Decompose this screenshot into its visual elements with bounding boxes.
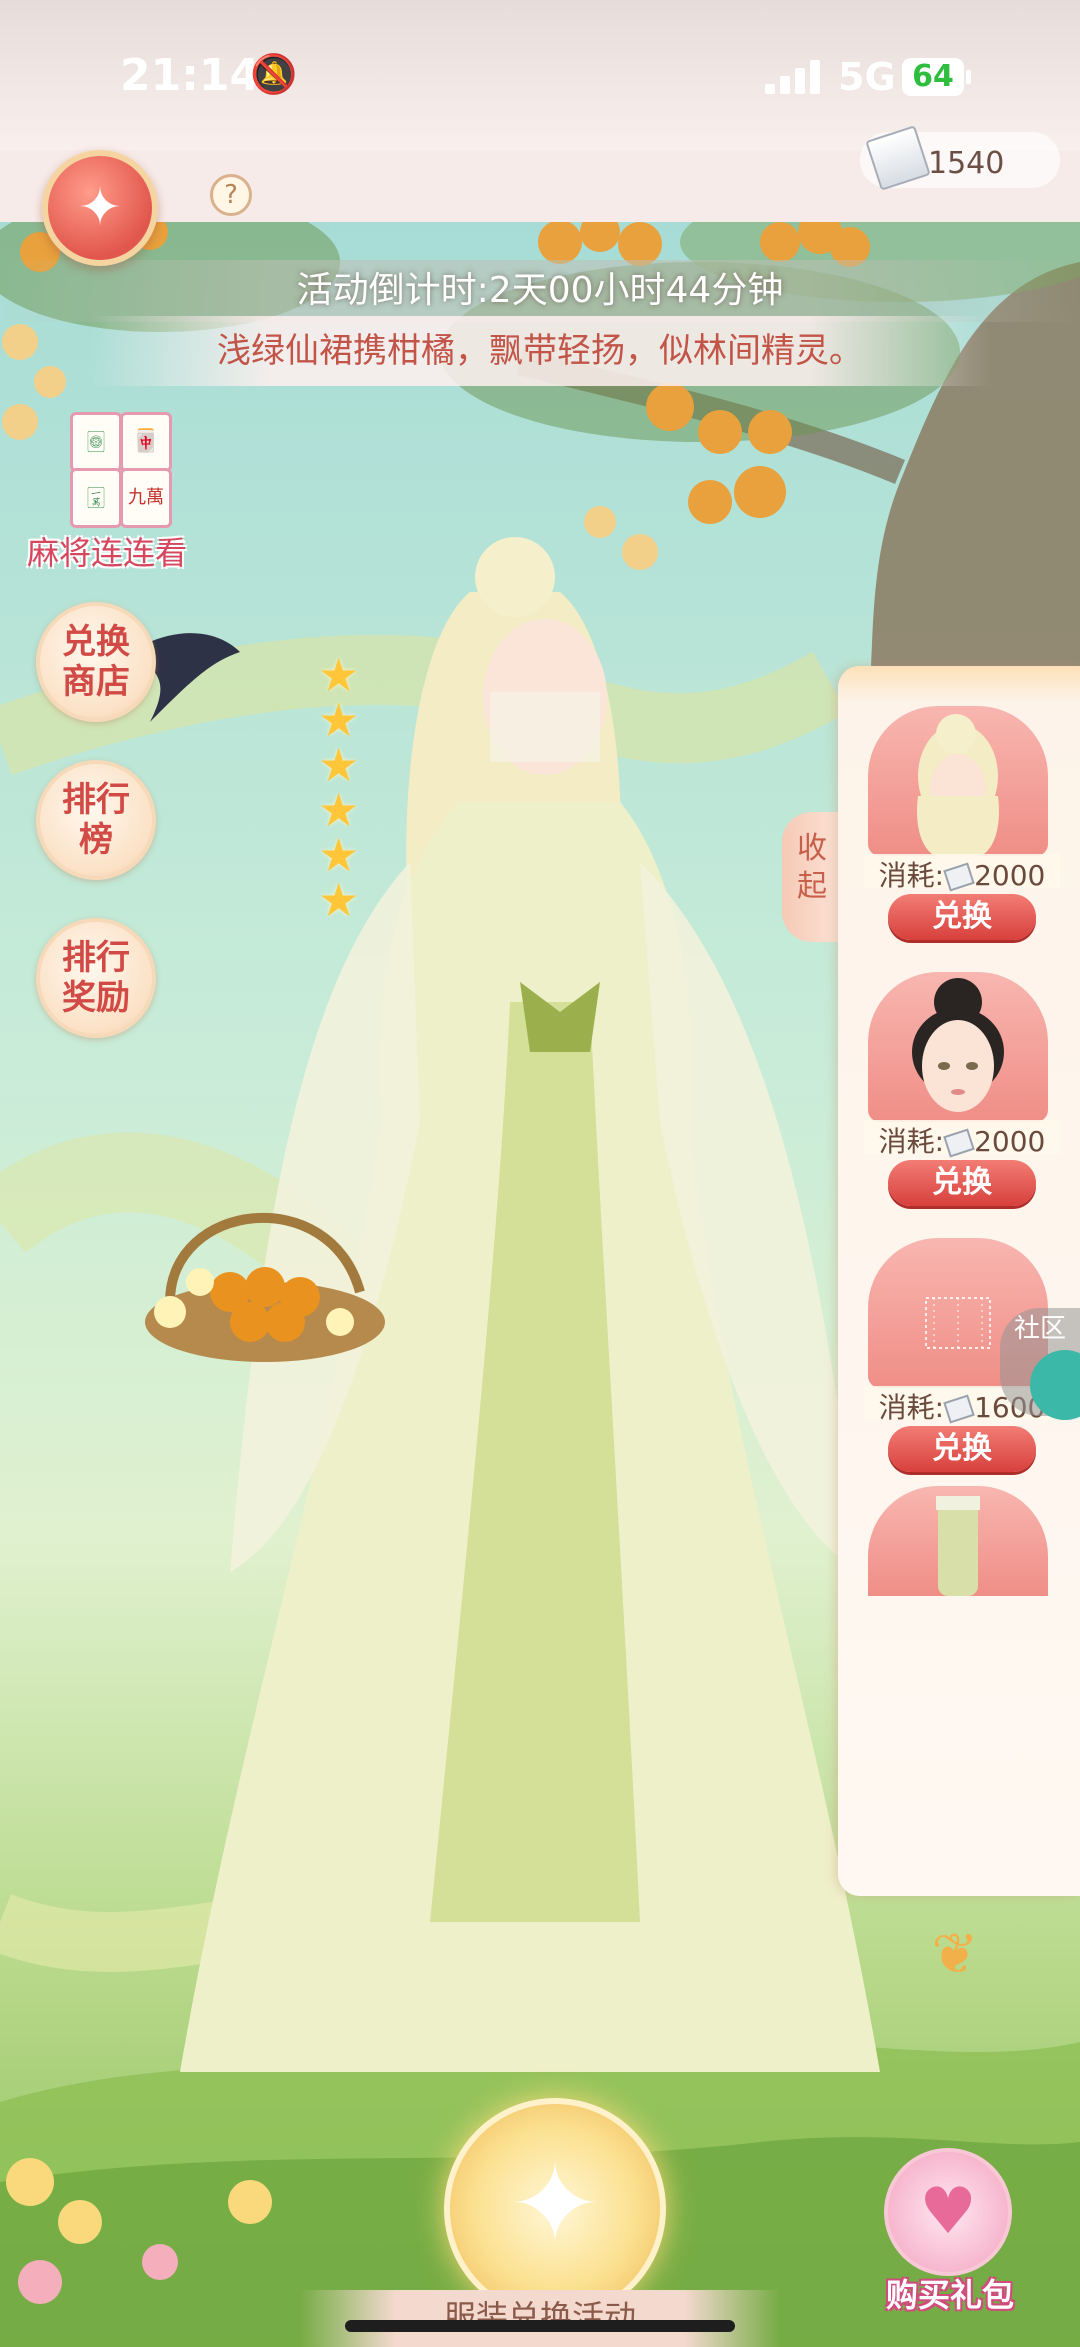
bottom-banner: 服装兑换活动: [300, 2290, 780, 2347]
item-cost: 消耗: 2000: [864, 1120, 1060, 1158]
mahjong-tile: 🀇: [70, 468, 122, 528]
back-button[interactable]: ✦: [42, 150, 158, 266]
cost-value: 2000: [974, 1125, 1046, 1158]
rank-rewards-button[interactable]: 排行奖励: [36, 918, 156, 1038]
cost-label: 消耗:: [878, 859, 945, 892]
mahjong-game-button[interactable]: 🀙 🀄 🀇 九萬 麻将连连看: [22, 412, 192, 572]
paper-currency-icon: [865, 125, 931, 191]
redeem-button[interactable]: 兑换: [888, 1426, 1036, 1472]
wing-ornament-icon: ❦: [931, 1922, 979, 1987]
event-description-bar: 浅绿仙裙携柑橘，飘带轻扬，似林间精灵。: [90, 316, 990, 386]
signal-icon: [765, 60, 825, 94]
cost-value: 2000: [974, 859, 1046, 892]
battery-cap: [966, 70, 971, 84]
home-indicator[interactable]: [345, 2320, 735, 2332]
scene: 活动倒计时:2天00小时44分钟 浅绿仙裙携柑橘，飘带轻扬，似林间精灵。 🀙 🀄…: [0, 222, 1080, 2347]
status-time: 21:14: [120, 50, 261, 101]
item-thumbnail-face-dark-hair[interactable]: [868, 972, 1048, 1122]
currency-counter: 1540: [860, 125, 1060, 191]
exchange-item: 消耗: 2000 兑换: [838, 666, 1080, 940]
main-sparkle-button[interactable]: ✦: [444, 2098, 666, 2320]
star-icon: ★: [318, 873, 360, 927]
star-icon: ★: [318, 783, 360, 837]
star-icon: ★: [318, 648, 360, 702]
star-rating: ★ ★ ★ ★ ★ ★: [318, 648, 368, 927]
paper-currency-icon: [943, 1394, 975, 1424]
gift-box-icon: ♥: [919, 2175, 977, 2249]
exchange-shop-label: 兑换商店: [62, 622, 130, 702]
buy-gift-label[interactable]: 购买礼包: [880, 2270, 1020, 2316]
event-countdown: 活动倒计时:2天00小时44分钟: [296, 270, 784, 311]
item-thumbnail-hairstyle-blonde[interactable]: [868, 706, 1048, 856]
battery-icon: 64: [902, 58, 964, 96]
network-type: 5G: [838, 55, 896, 99]
cost-label: 消耗:: [878, 1391, 945, 1424]
mahjong-tile: 九萬: [120, 468, 172, 528]
help-icon[interactable]: ?: [210, 174, 252, 216]
event-countdown-bar: 活动倒计时:2天00小时44分钟: [0, 260, 1080, 322]
paper-currency-icon: [943, 1128, 975, 1158]
collapse-label: 收起: [797, 831, 827, 904]
mute-bell-icon: 🔕: [250, 52, 298, 96]
sparkle-icon: ✦: [78, 178, 122, 238]
item-cost: 消耗: 2000: [864, 854, 1060, 892]
collapse-panel-tab[interactable]: 收起: [782, 812, 842, 942]
exchange-item-panel: 消耗: 2000 兑换 消耗: 2000 兑换 消耗: 1600 兑换: [838, 666, 1080, 1896]
exchange-shop-button[interactable]: 兑换商店: [36, 602, 156, 722]
community-label: 社区: [1014, 1314, 1067, 1344]
gift-box-button[interactable]: ♥: [884, 2148, 1012, 2276]
currency-amount: 1540: [928, 146, 1005, 181]
item-thumbnail-dress-partial[interactable]: [868, 1486, 1048, 1596]
star-icon: ★: [318, 828, 360, 882]
mahjong-tile: 🀙: [70, 412, 122, 472]
community-avatar-icon: [1030, 1350, 1080, 1420]
status-bar: 21:14 🔕 5G 64: [0, 0, 1080, 150]
mahjong-tiles-icon: 🀙 🀄 🀇 九萬: [62, 412, 178, 528]
leaderboard-button[interactable]: 排行榜: [36, 760, 156, 880]
exchange-item: 消耗: 2000 兑换: [838, 932, 1080, 1206]
mahjong-label: 麻将连连看: [26, 534, 187, 572]
star-icon: ★: [318, 693, 360, 747]
mahjong-tile: 🀄: [120, 412, 172, 472]
rank-rewards-label: 排行奖励: [62, 938, 130, 1018]
cost-label: 消耗:: [878, 1125, 945, 1158]
sparkle-icon: ✦: [508, 2140, 602, 2268]
star-icon: ★: [318, 738, 360, 792]
paper-currency-icon: [943, 862, 975, 892]
event-description: 浅绿仙裙携柑橘，飘带轻扬，似林间精灵。: [217, 331, 863, 371]
leaderboard-label: 排行榜: [62, 780, 130, 860]
community-tab[interactable]: 社区: [1000, 1308, 1080, 1420]
